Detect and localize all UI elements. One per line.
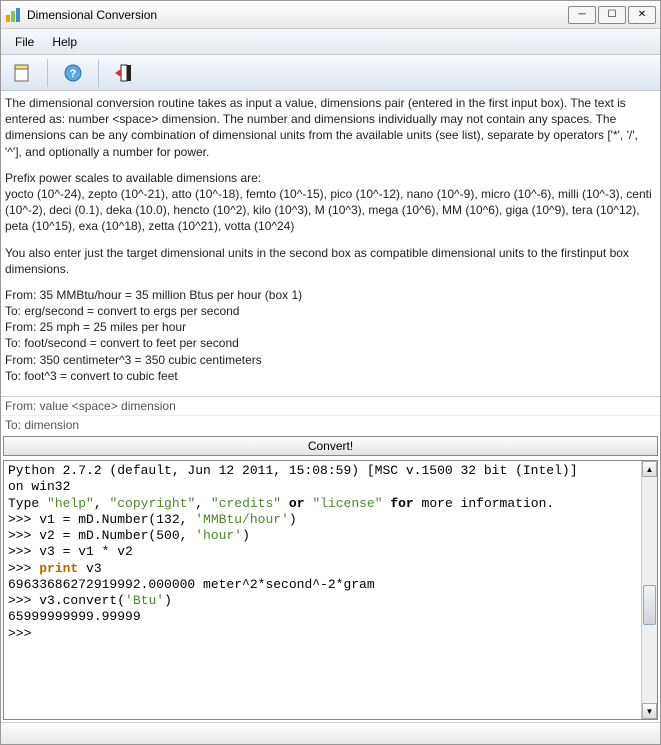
help-paragraph: Prefix power scales to available dimensi… [5, 170, 656, 235]
scroll-down-button[interactable]: ▼ [642, 703, 657, 719]
minimize-button[interactable]: ─ [568, 6, 596, 24]
svg-text:?: ? [70, 68, 77, 80]
app-icon [5, 7, 21, 23]
from-input[interactable]: From: value <space> dimension [1, 396, 660, 415]
new-note-button[interactable] [7, 58, 37, 88]
help-examples: From: 35 MMBtu/hour = 35 million Btus pe… [5, 287, 656, 384]
help-paragraph: The dimensional conversion routine takes… [5, 95, 656, 160]
toolbar-separator [47, 59, 48, 87]
to-input[interactable]: To: dimension [1, 415, 660, 434]
toolbar-separator [98, 59, 99, 87]
status-bar [1, 722, 660, 744]
close-button[interactable]: ✕ [628, 6, 656, 24]
menu-help[interactable]: Help [44, 32, 85, 52]
title-bar: Dimensional Conversion ─ ☐ ✕ [1, 1, 660, 29]
scrollbar-track[interactable]: ▲ ▼ [641, 461, 657, 719]
maximize-button[interactable]: ☐ [598, 6, 626, 24]
scroll-thumb[interactable] [643, 585, 656, 625]
convert-button[interactable]: Convert! [3, 436, 658, 456]
exit-button[interactable] [109, 58, 139, 88]
new-note-icon [12, 63, 32, 83]
help-paragraph: You also enter just the target dimension… [5, 245, 656, 277]
help-text-area: The dimensional conversion routine takes… [1, 91, 660, 396]
console-area: Python 2.7.2 (default, Jun 12 2011, 15:0… [3, 460, 658, 720]
toolbar: ? [1, 55, 660, 91]
window-title: Dimensional Conversion [27, 8, 568, 22]
python-console[interactable]: Python 2.7.2 (default, Jun 12 2011, 15:0… [4, 461, 641, 719]
scroll-up-button[interactable]: ▲ [642, 461, 657, 477]
menu-file[interactable]: File [7, 32, 42, 52]
help-icon: ? [63, 63, 83, 83]
help-button[interactable]: ? [58, 58, 88, 88]
menu-bar: File Help [1, 29, 660, 55]
exit-icon [113, 63, 135, 83]
